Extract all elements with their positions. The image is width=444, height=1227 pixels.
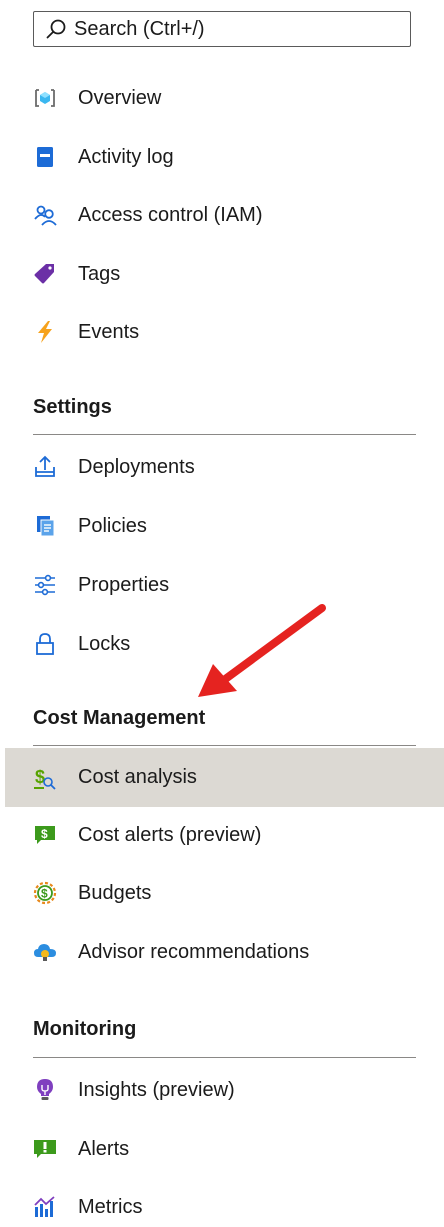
nav-item-label: Properties [78, 573, 170, 596]
nav-item-budgets[interactable]: $ Budgets [33, 873, 413, 913]
nav-item-label: Overview [78, 86, 162, 109]
metrics-icon [33, 1195, 57, 1219]
nav-item-policies[interactable]: Policies [33, 506, 413, 546]
budgets-icon: $ [33, 881, 57, 905]
nav-item-access-control[interactable]: Access control (IAM) [33, 195, 413, 235]
policies-icon [33, 514, 57, 538]
nav-item-alerts[interactable]: Alerts [33, 1129, 413, 1169]
search-icon [44, 17, 68, 41]
nav-item-tags[interactable]: Tags [33, 254, 413, 294]
nav-item-cost-alerts[interactable]: $ Cost alerts (preview) [33, 815, 413, 855]
nav-item-label: Alerts [78, 1137, 130, 1160]
cost-alerts-icon: $ [33, 823, 57, 847]
nav-item-label: Access control (IAM) [78, 203, 263, 226]
events-icon [33, 320, 57, 344]
advisor-icon [33, 940, 57, 964]
properties-icon [33, 573, 57, 597]
tag-icon [33, 262, 57, 286]
section-header-monitoring: Monitoring [33, 1018, 137, 1040]
nav-item-properties[interactable]: Properties [33, 565, 413, 605]
nav-item-activity-log[interactable]: Activity log [33, 137, 413, 177]
deployments-icon [33, 455, 57, 479]
nav-item-label: Insights (preview) [78, 1078, 235, 1101]
nav-item-metrics[interactable]: Metrics [33, 1187, 413, 1227]
lock-icon [33, 632, 57, 656]
nav-item-overview[interactable]: Overview [33, 78, 413, 118]
nav-item-deployments[interactable]: Deployments [33, 447, 413, 487]
section-header-cost-management: Cost Management [33, 707, 206, 729]
nav-item-label: Tags [78, 262, 121, 285]
search-input[interactable]: Search (Ctrl+/) [33, 11, 411, 47]
cost-analysis-icon: $ [33, 766, 57, 790]
nav-item-label: Cost analysis [78, 766, 197, 788]
section-divider [33, 745, 416, 746]
alerts-icon [33, 1137, 57, 1161]
nav-item-cost-analysis[interactable]: $ Cost analysis [5, 748, 444, 807]
section-divider [33, 434, 416, 435]
svg-text:$: $ [41, 887, 48, 901]
search-placeholder: Search (Ctrl+/) [74, 17, 205, 40]
nav-item-label: Cost alerts (preview) [78, 823, 262, 846]
nav-item-label: Advisor recommendations [78, 940, 310, 963]
nav-item-label: Budgets [78, 881, 152, 904]
nav-item-label: Metrics [78, 1195, 143, 1218]
access-control-icon [33, 203, 57, 227]
activity-log-icon [33, 145, 57, 169]
section-header-settings: Settings [33, 396, 112, 418]
nav-item-label: Events [78, 320, 140, 343]
nav-item-label: Locks [78, 632, 131, 655]
nav-item-label: Policies [78, 514, 147, 537]
nav-item-advisor-recommendations[interactable]: Advisor recommendations [33, 932, 413, 972]
svg-text:$: $ [35, 767, 45, 787]
nav-item-insights[interactable]: Insights (preview) [33, 1070, 413, 1110]
insights-icon [33, 1078, 57, 1102]
nav-item-events[interactable]: Events [33, 312, 413, 352]
overview-icon [33, 86, 57, 110]
svg-text:$: $ [41, 827, 48, 841]
nav-item-label: Deployments [78, 455, 195, 478]
section-divider [33, 1057, 416, 1058]
nav-item-label: Activity log [78, 145, 174, 168]
nav-item-locks[interactable]: Locks [33, 624, 413, 664]
